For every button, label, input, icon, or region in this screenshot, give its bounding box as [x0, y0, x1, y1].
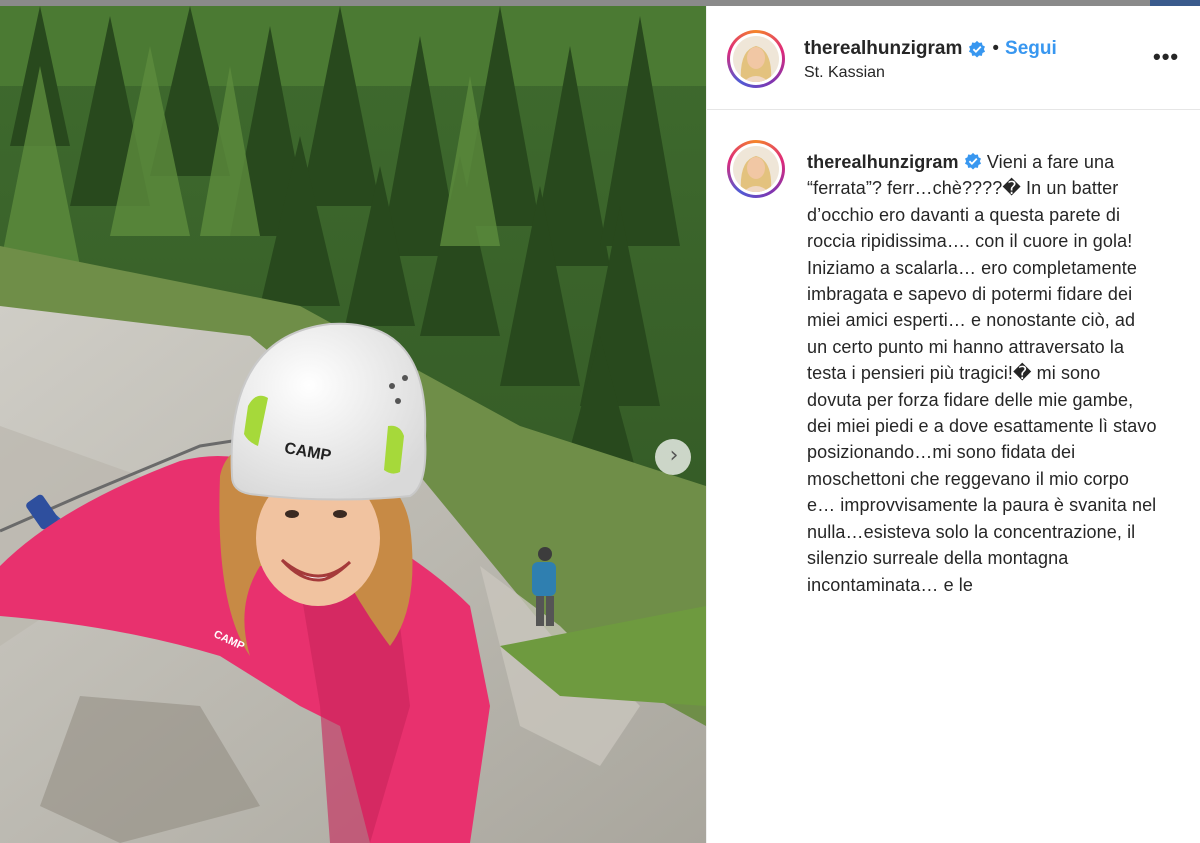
post-header: therealhunzigram • Segui St. Kassian ••• — [707, 6, 1200, 110]
caption-verified-badge-icon — [964, 152, 981, 170]
chevron-right-icon: › — [669, 442, 679, 468]
avatar-image — [733, 36, 779, 82]
caption-avatar[interactable] — [727, 140, 785, 198]
verified-badge-icon — [969, 40, 986, 58]
avatar[interactable] — [727, 30, 785, 88]
header-username-row: therealhunzigram • Segui — [804, 38, 1057, 60]
post-location[interactable]: St. Kassian — [804, 64, 885, 82]
post-photo-illustration: CAMP CAMP — [0, 6, 706, 843]
post-photo[interactable]: CAMP CAMP › — [0, 6, 706, 843]
post-side-panel: therealhunzigram • Segui St. Kassian ••• — [706, 6, 1200, 843]
caption-username[interactable]: therealhunzigram — [807, 152, 959, 172]
header-username[interactable]: therealhunzigram — [804, 38, 962, 60]
next-photo-button[interactable]: › — [655, 439, 691, 475]
caption-text: therealhunzigram Vieni a fare una “ferra… — [807, 149, 1157, 598]
caption-avatar-image — [733, 146, 779, 192]
follow-button[interactable]: Segui — [1005, 38, 1057, 60]
header-separator: • — [992, 38, 1000, 59]
more-options-icon[interactable]: ••• — [1153, 44, 1179, 70]
caption-body: Vieni a fare una “ferrata”? ferr…chè????… — [807, 152, 1157, 595]
